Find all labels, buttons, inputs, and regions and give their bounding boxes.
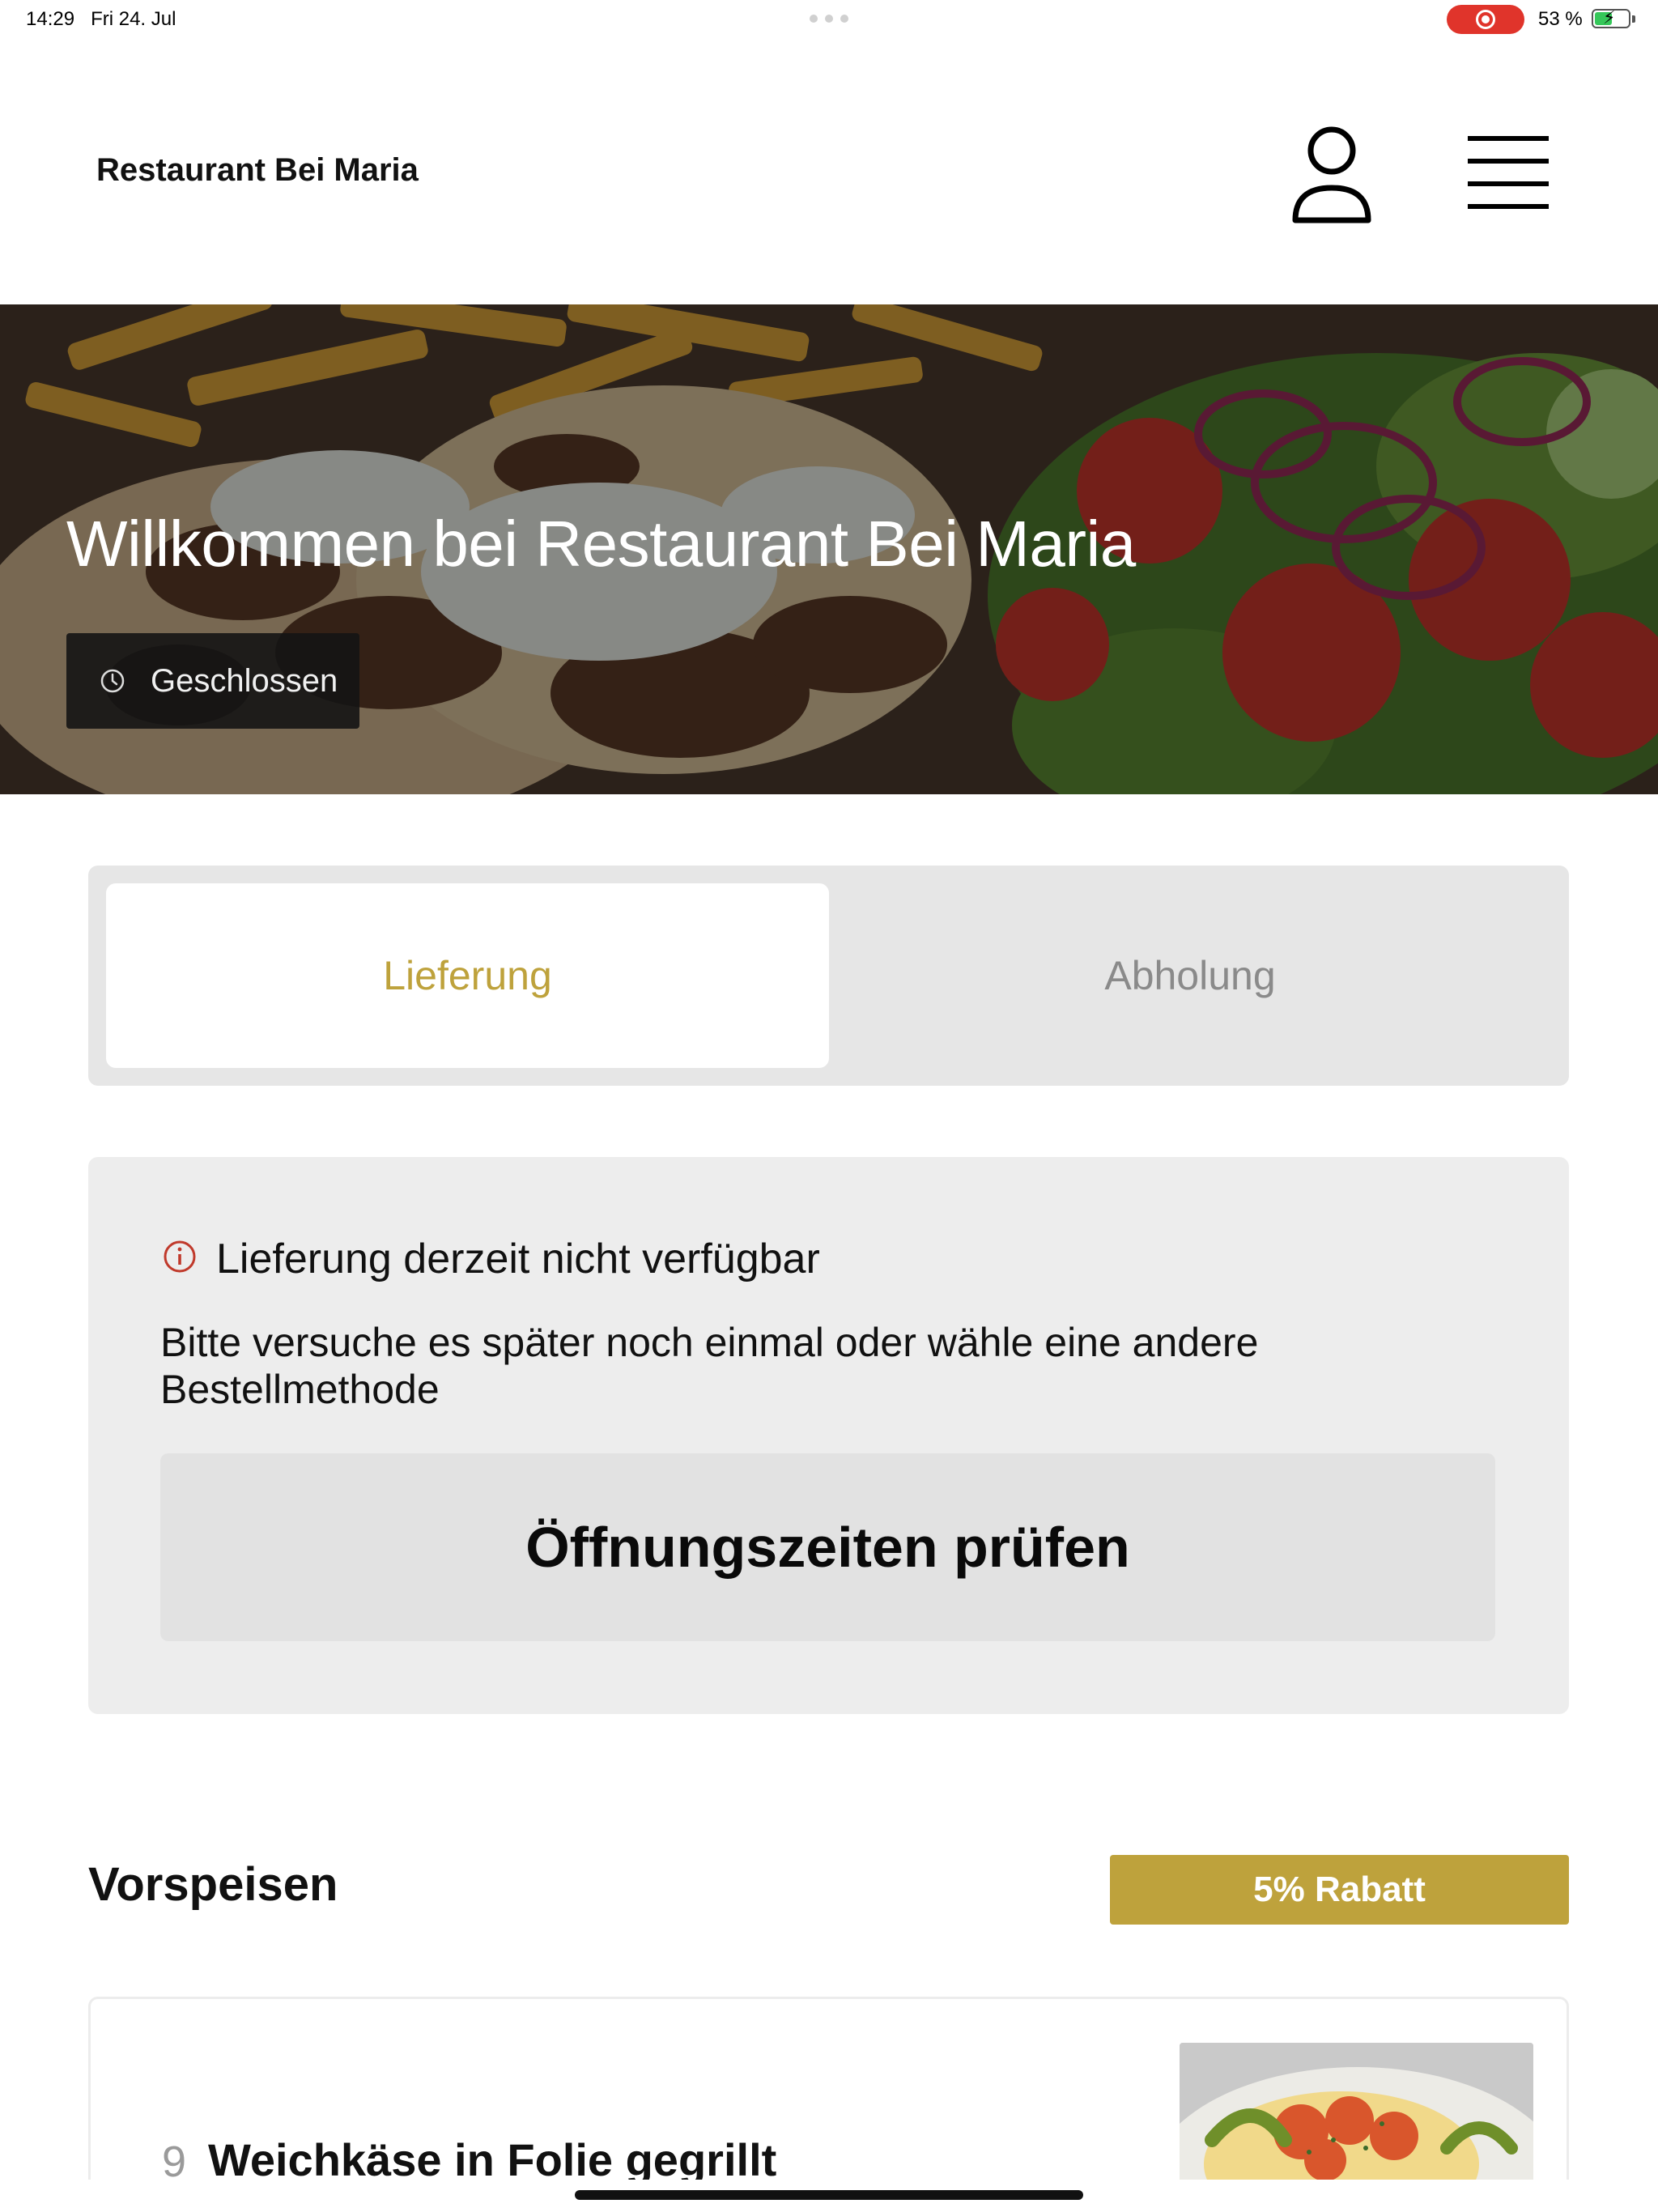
info-icon	[164, 1240, 196, 1273]
hamburger-menu-icon[interactable]	[1457, 128, 1559, 217]
open-status-label: Geschlossen	[151, 662, 338, 699]
screen-recording-icon[interactable]	[1447, 5, 1524, 34]
check-opening-hours-button[interactable]: Öffnungszeiten prüfen	[160, 1453, 1495, 1641]
hero-banner: Willkommen bei Restaurant Bei Maria Gesc…	[0, 304, 1658, 794]
section-title: Vorspeisen	[88, 1858, 338, 1911]
hero-title: Willkommen bei Restaurant Bei Maria	[66, 508, 1136, 580]
user-icon[interactable]	[1287, 120, 1376, 225]
delivery-unavailable-notice: Lieferung derzeit nicht verfügbar Bitte …	[88, 1157, 1569, 1714]
discount-badge: 5% Rabatt	[1110, 1855, 1569, 1925]
status-bar: 14:29 Fri 24. Jul 53 % ⚡	[0, 0, 1658, 39]
clock-icon	[100, 669, 125, 693]
notice-text: Bitte versuche es später noch einmal ode…	[160, 1320, 1259, 1412]
notice-title: Lieferung derzeit nicht verfügbar	[216, 1236, 820, 1283]
home-indicator[interactable]	[575, 2190, 1083, 2200]
battery-cap	[1632, 15, 1635, 23]
site-header: Restaurant Bei Maria	[0, 39, 1658, 304]
status-bar-time: 14:29 Fri 24. Jul	[26, 8, 176, 30]
multitasking-dots[interactable]	[810, 15, 848, 23]
menu-item-name: Weichkäse in Folie gegrillt	[208, 2134, 777, 2185]
order-method-tabs: Lieferung Abholung	[88, 866, 1569, 1086]
battery-percentage: 53 %	[1538, 8, 1583, 30]
brand-name[interactable]: Restaurant Bei Maria	[96, 152, 419, 189]
tab-delivery[interactable]: Lieferung	[106, 883, 829, 1068]
charging-bolt-icon: ⚡	[1603, 7, 1616, 28]
tab-pickup[interactable]: Abholung	[829, 883, 1551, 1068]
open-status-badge: Geschlossen	[66, 633, 359, 729]
